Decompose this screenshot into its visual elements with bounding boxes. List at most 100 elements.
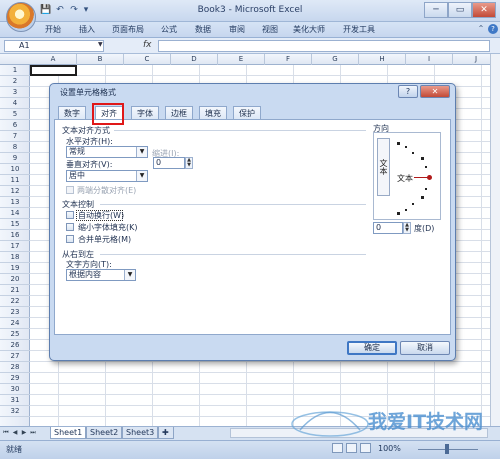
tab-home[interactable]: 开始 xyxy=(42,22,64,38)
zoom-level[interactable]: 100% xyxy=(378,444,401,453)
insert-function-icon[interactable]: fx xyxy=(143,40,152,50)
maximize-button[interactable]: ▭ xyxy=(448,2,472,18)
row-header[interactable]: 6 xyxy=(0,120,30,131)
tab-page-layout[interactable]: 页面布局 xyxy=(108,22,148,38)
dialog-tab-font[interactable]: 字体 xyxy=(131,106,159,120)
orientation-dot[interactable] xyxy=(397,142,400,145)
column-header[interactable]: E xyxy=(218,54,265,65)
row-header[interactable]: 12 xyxy=(0,186,30,197)
chevron-down-icon[interactable]: ▼ xyxy=(136,147,147,157)
formula-input[interactable] xyxy=(158,40,490,52)
dialog-close-button[interactable]: ✕ xyxy=(420,85,450,98)
row-header[interactable]: 2 xyxy=(0,76,30,87)
horizontal-align-select[interactable]: 常规 ▼ xyxy=(66,146,148,158)
row-header[interactable]: 16 xyxy=(0,230,30,241)
normal-view-icon[interactable] xyxy=(332,443,343,453)
cancel-button[interactable]: 取消 xyxy=(400,341,450,355)
column-header[interactable]: A xyxy=(30,54,77,65)
row-header[interactable]: 30 xyxy=(0,384,30,395)
orientation-dot[interactable] xyxy=(421,157,424,160)
sheet-tab-sheet3[interactable]: Sheet3 xyxy=(122,427,159,439)
row-header[interactable]: 29 xyxy=(0,373,30,384)
orientation-dot[interactable] xyxy=(397,212,400,215)
tab-data[interactable]: 数据 xyxy=(192,22,214,38)
tab-review[interactable]: 审阅 xyxy=(226,22,248,38)
office-button[interactable] xyxy=(6,2,36,32)
row-header[interactable]: 22 xyxy=(0,296,30,307)
row-header[interactable]: 32 xyxy=(0,406,30,417)
tab-beautify[interactable]: 美化大师 xyxy=(289,22,329,38)
orientation-dot[interactable] xyxy=(412,203,414,205)
next-sheet-icon[interactable]: ▶ xyxy=(20,428,28,438)
row-header[interactable]: 21 xyxy=(0,285,30,296)
row-header[interactable]: 19 xyxy=(0,263,30,274)
page-break-view-icon[interactable] xyxy=(360,443,371,453)
first-sheet-icon[interactable]: ⏮ xyxy=(2,428,10,438)
dialog-tab-number[interactable]: 数字 xyxy=(58,106,86,120)
chevron-down-icon[interactable]: ▼ xyxy=(136,171,147,181)
row-header[interactable]: 28 xyxy=(0,362,30,373)
row-header[interactable]: 31 xyxy=(0,395,30,406)
close-button[interactable]: ✕ xyxy=(472,2,496,18)
chevron-down-icon[interactable]: ▼ xyxy=(98,41,103,48)
last-sheet-icon[interactable]: ⏭ xyxy=(29,428,37,438)
ribbon-minimize-icon[interactable]: ⌃ xyxy=(476,24,486,34)
vertical-text-toggle[interactable]: 文本 xyxy=(377,138,390,196)
prev-sheet-icon[interactable]: ◀ xyxy=(11,428,19,438)
orientation-dot[interactable] xyxy=(412,152,414,154)
wrap-text-checkbox[interactable] xyxy=(66,211,74,219)
sheet-tab-sheet1[interactable]: Sheet1 xyxy=(50,427,87,439)
vertical-align-select[interactable]: 居中 ▼ xyxy=(66,170,148,182)
row-header[interactable]: 18 xyxy=(0,252,30,263)
row-header[interactable]: 23 xyxy=(0,307,30,318)
row-header[interactable]: 8 xyxy=(0,142,30,153)
row-header[interactable]: 27 xyxy=(0,351,30,362)
column-header[interactable]: F xyxy=(265,54,312,65)
row-header[interactable]: 3 xyxy=(0,87,30,98)
orientation-dot[interactable] xyxy=(421,196,424,199)
degrees-spin-icon[interactable]: ▲ ▼ xyxy=(403,222,411,234)
orientation-knob[interactable] xyxy=(427,175,432,180)
justify-distributed-checkbox[interactable] xyxy=(66,186,74,194)
shrink-to-fit-checkbox[interactable] xyxy=(66,223,74,231)
dialog-tab-protection[interactable]: 保护 xyxy=(233,106,261,120)
dialog-help-button[interactable]: ? xyxy=(398,85,418,98)
column-header[interactable]: I xyxy=(406,54,453,65)
tab-insert[interactable]: 插入 xyxy=(76,22,98,38)
row-header[interactable]: 10 xyxy=(0,164,30,175)
name-box[interactable]: A1 xyxy=(4,40,104,52)
text-direction-select[interactable]: 根据内容 ▼ xyxy=(66,269,136,281)
row-header[interactable]: 11 xyxy=(0,175,30,186)
vertical-scrollbar[interactable] xyxy=(490,54,500,426)
tab-view[interactable]: 视图 xyxy=(259,22,281,38)
dialog-tab-border[interactable]: 边框 xyxy=(165,106,193,120)
orientation-dot[interactable] xyxy=(405,209,407,211)
minimize-button[interactable]: ─ xyxy=(424,2,448,18)
orientation-dot[interactable] xyxy=(425,166,427,168)
row-header[interactable]: 4 xyxy=(0,98,30,109)
zoom-slider-thumb[interactable] xyxy=(445,444,449,454)
row-header[interactable]: 25 xyxy=(0,329,30,340)
dialog-tab-fill[interactable]: 填充 xyxy=(199,106,227,120)
row-header[interactable]: 13 xyxy=(0,197,30,208)
degrees-stepper[interactable]: 0 xyxy=(373,222,403,234)
row-header[interactable]: 9 xyxy=(0,153,30,164)
tab-formulas[interactable]: 公式 xyxy=(158,22,180,38)
ok-button[interactable]: 确定 xyxy=(347,341,397,355)
orientation-needle[interactable] xyxy=(414,177,428,178)
column-header[interactable]: C xyxy=(124,54,171,65)
sheet-tab-sheet2[interactable]: Sheet2 xyxy=(86,427,123,439)
tab-developer[interactable]: 开发工具 xyxy=(339,22,379,38)
page-layout-view-icon[interactable] xyxy=(346,443,357,453)
orientation-dot[interactable] xyxy=(425,188,427,190)
merge-cells-checkbox[interactable] xyxy=(66,235,74,243)
orientation-dot[interactable] xyxy=(405,146,407,148)
column-header[interactable]: B xyxy=(77,54,124,65)
help-icon[interactable]: ? xyxy=(488,24,498,34)
column-header[interactable]: G xyxy=(312,54,359,65)
indent-stepper[interactable]: 0 xyxy=(153,157,185,169)
row-header[interactable]: 14 xyxy=(0,208,30,219)
column-header[interactable]: D xyxy=(171,54,218,65)
row-header[interactable]: 7 xyxy=(0,131,30,142)
row-header[interactable]: 24 xyxy=(0,318,30,329)
